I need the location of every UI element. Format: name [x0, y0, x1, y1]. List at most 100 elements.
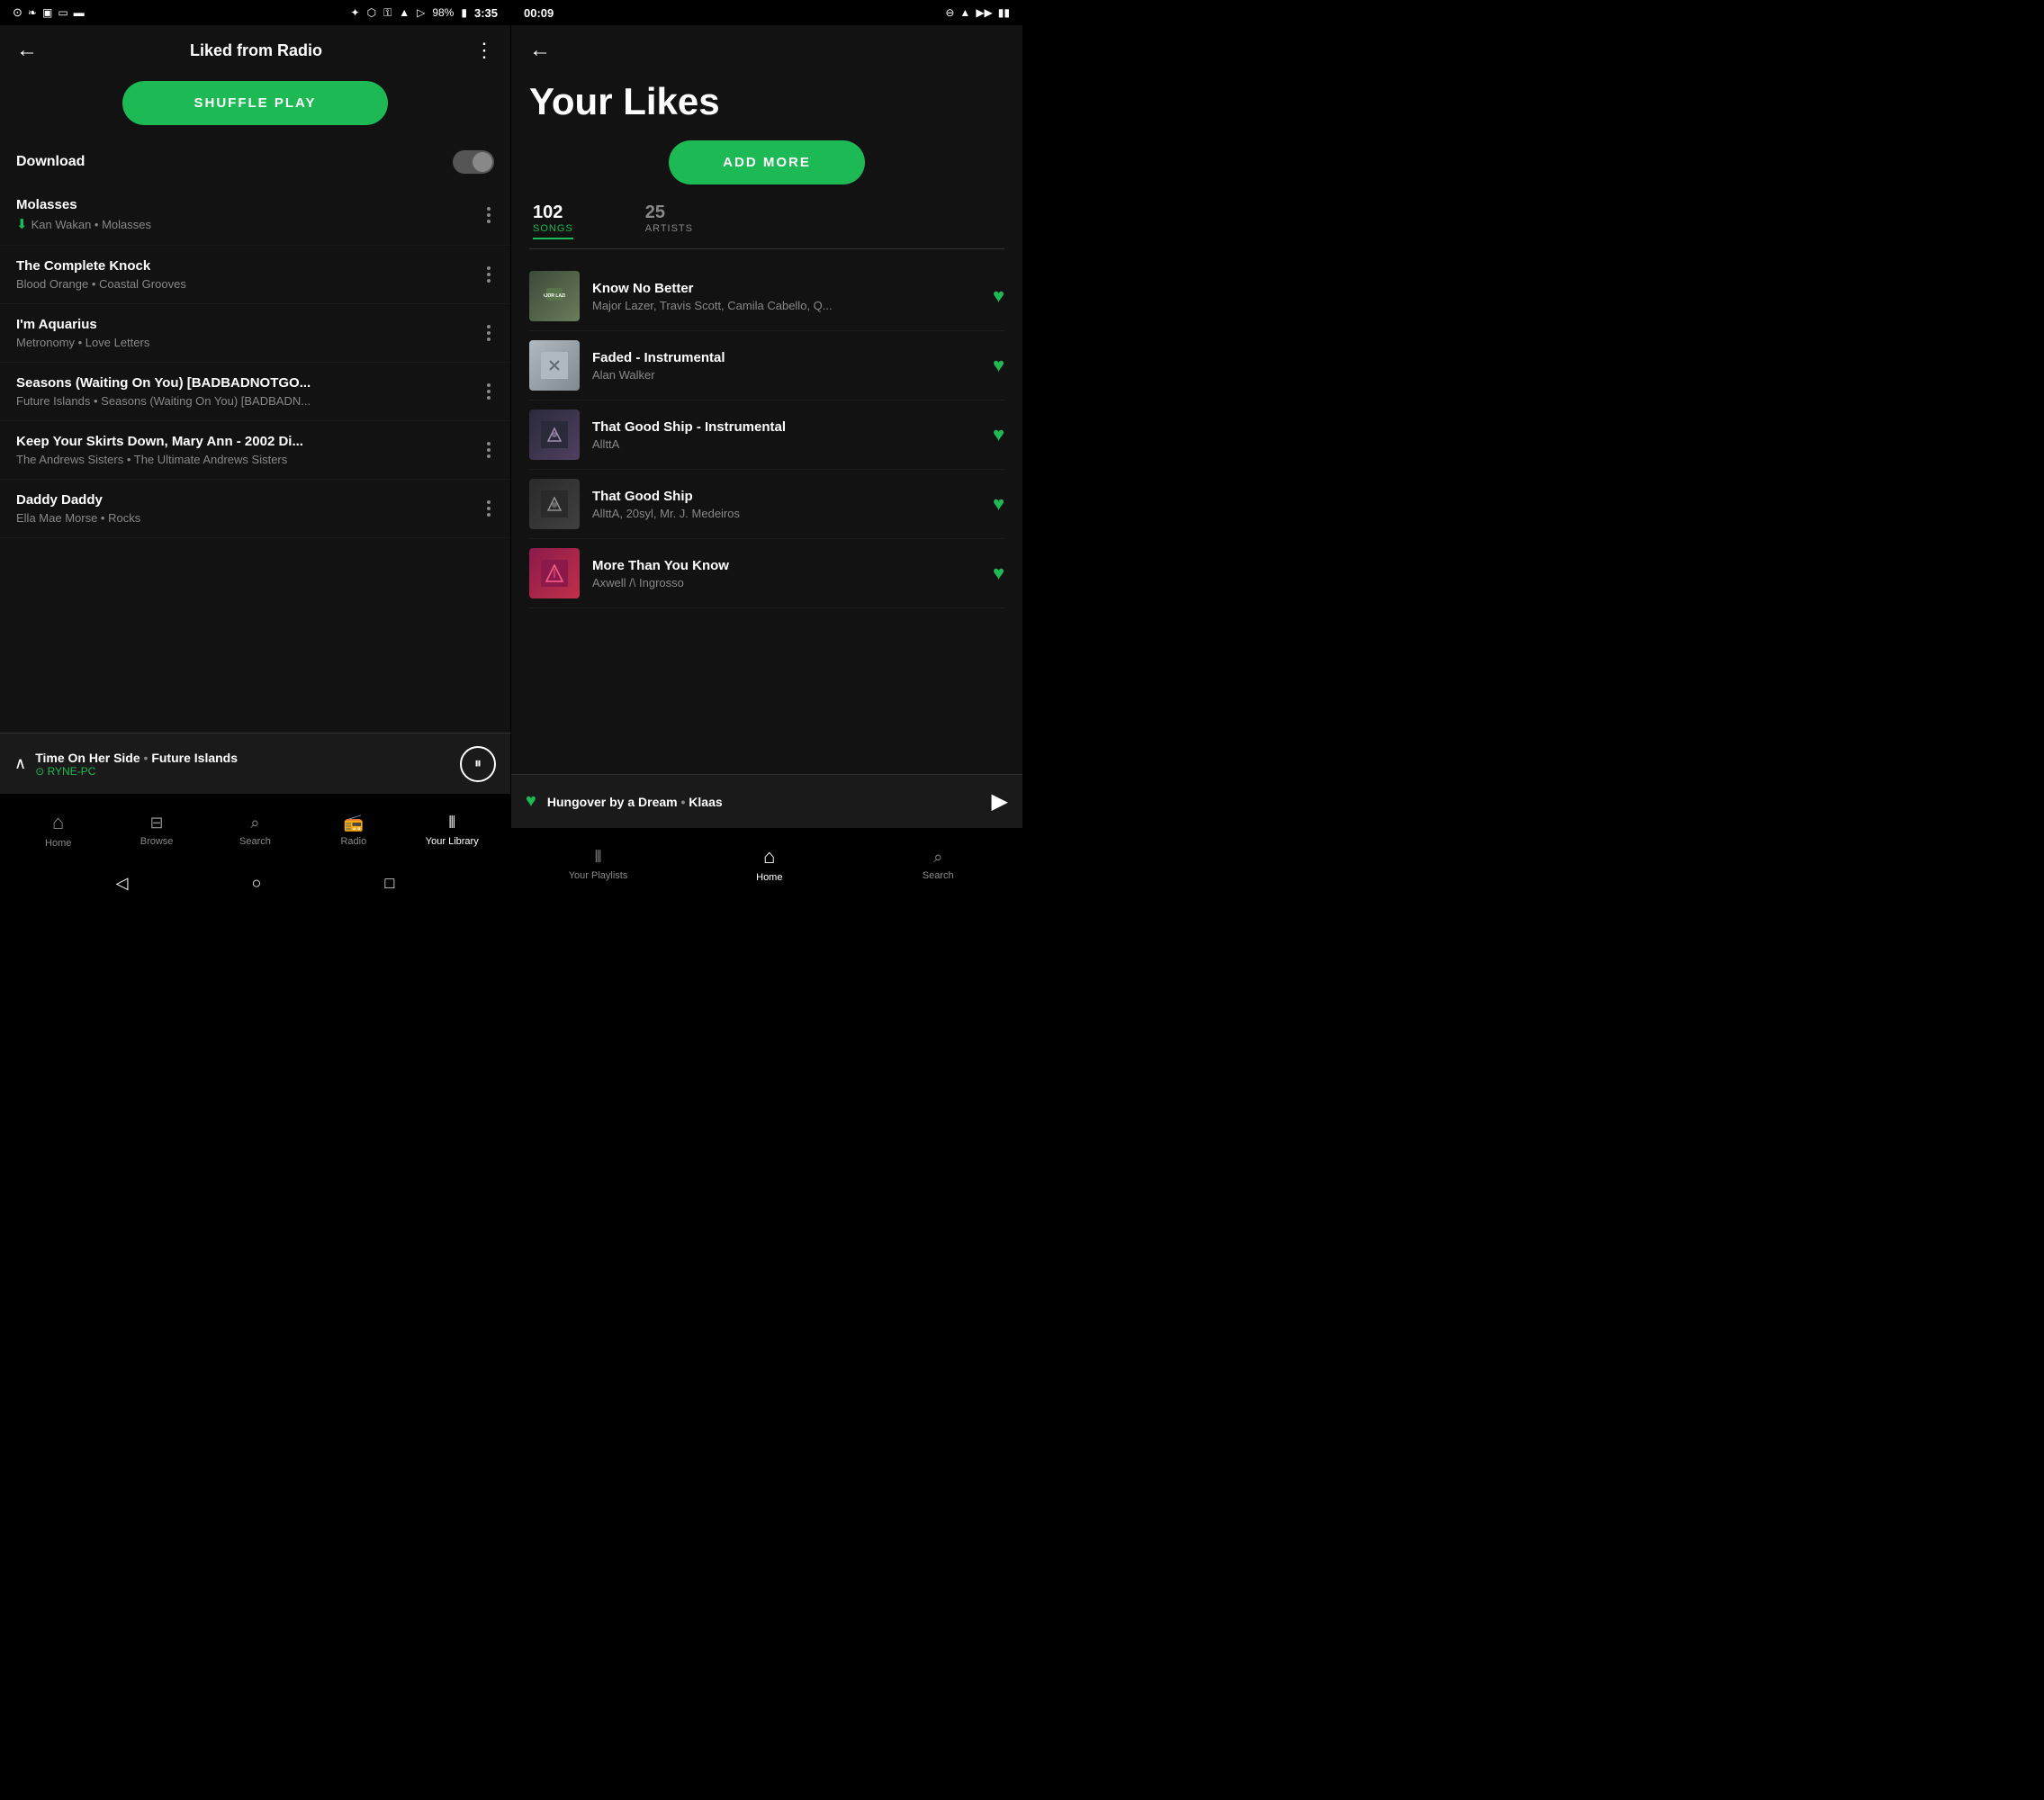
song-row-info-4: That Good Ship AllttA, 20syl, Mr. J. Med…	[592, 489, 980, 520]
liked-song-1[interactable]: MAJOR LAZER Know No Better Major Lazer, …	[529, 262, 1004, 331]
page-title-left: Liked from Radio	[38, 41, 474, 60]
nav-search-label-right: Search	[923, 870, 954, 881]
nav-your-playlists[interactable]: ⫴ Your Playlists	[569, 848, 628, 881]
nav-search-left[interactable]: ⌕ Search	[228, 814, 282, 847]
song-row-info-1: Know No Better Major Lazer, Travis Scott…	[592, 281, 980, 312]
song-item-4[interactable]: Seasons (Waiting On You) [BADBADNOTGO...…	[0, 363, 510, 421]
like-button-4[interactable]: ♥	[993, 492, 1004, 516]
nav-radio-label: Radio	[340, 836, 366, 847]
liked-song-5[interactable]: More Than You Know Axwell /\ Ingrosso ♥	[529, 539, 1004, 608]
key-icon: ⚿	[383, 6, 392, 20]
app-icon-3: ▣	[42, 6, 52, 19]
page-title-right: Your Likes	[529, 81, 1004, 122]
stat-artists-count: 25	[645, 202, 693, 223]
stat-artists: 25 ARTISTS	[645, 202, 693, 239]
browse-icon: ⊟	[150, 814, 164, 832]
nav-radio[interactable]: 📻 Radio	[327, 814, 381, 847]
song-more-6[interactable]	[483, 500, 494, 517]
library-icon: ⫴	[448, 814, 455, 832]
playlists-icon: ⫴	[595, 848, 602, 867]
song-title-5: Keep Your Skirts Down, Mary Ann - 2002 D…	[16, 434, 483, 449]
liked-song-3[interactable]: That Good Ship - Instrumental AllttA ♥	[529, 400, 1004, 470]
signal-icon: ⬡	[367, 6, 376, 19]
more-options-button-left[interactable]: ⋮	[474, 39, 494, 62]
nav-home-right[interactable]: ⌂ Home	[743, 845, 797, 883]
shuffle-play-button[interactable]: SHUFFLE PLAY	[122, 81, 389, 125]
stat-songs-count: 102	[533, 202, 573, 223]
right-content: Your Likes ADD MORE 102 SONGS 25 ARTISTS…	[511, 63, 1022, 774]
album-art-5	[529, 548, 580, 598]
pause-button[interactable]: ⏸	[460, 746, 496, 782]
status-time-left: 3:35	[474, 6, 498, 20]
song-row-artist-3: AllttA	[592, 437, 980, 451]
nav-library-label: Your Library	[426, 836, 479, 847]
np-device: ⊙ RYNE-PC	[35, 765, 238, 778]
like-button-1[interactable]: ♥	[993, 284, 1004, 308]
search-icon-left: ⌕	[250, 814, 259, 832]
song-info-3: I'm Aquarius Metronomy • Love Letters	[16, 317, 483, 349]
wifi-icon-right: ▲	[959, 6, 970, 19]
nav-home-label-right: Home	[756, 872, 782, 883]
song-row-info-5: More Than You Know Axwell /\ Ingrosso	[592, 558, 980, 590]
status-bar-left: ⊙ ❧ ▣ ▭ ▬ ✦ ⬡ ⚿ ▲ ▷ 98% ▮ 3:35	[0, 0, 510, 25]
android-recents[interactable]: □	[385, 874, 395, 893]
song-item-5[interactable]: Keep Your Skirts Down, Mary Ann - 2002 D…	[0, 421, 510, 480]
svg-text:MAJOR LAZER: MAJOR LAZER	[544, 293, 565, 299]
liked-song-2[interactable]: Faded - Instrumental Alan Walker ♥	[529, 331, 1004, 400]
np-expand-icon[interactable]: ∧	[14, 754, 26, 773]
song-more-3[interactable]	[483, 325, 494, 341]
song-row-artist-5: Axwell /\ Ingrosso	[592, 576, 980, 590]
song-item-3[interactable]: I'm Aquarius Metronomy • Love Letters	[0, 304, 510, 363]
mini-player-title: Hungover by a Dream • Klaas	[547, 795, 981, 809]
download-label: Download	[16, 154, 85, 170]
add-more-button[interactable]: ADD MORE	[669, 140, 865, 184]
nav-header-right: ←	[511, 25, 1022, 63]
song-row-artist-4: AllttA, 20syl, Mr. J. Medeiros	[592, 507, 980, 520]
android-nav-left: ◁ ○ □	[0, 866, 510, 900]
song-row-title-2: Faded - Instrumental	[592, 350, 980, 365]
mini-player-right[interactable]: ♥ Hungover by a Dream • Klaas ▶	[511, 774, 1022, 828]
song-row-title-5: More Than You Know	[592, 558, 980, 573]
download-toggle[interactable]	[453, 150, 494, 174]
song-item-1[interactable]: Molasses ⬇Kan Wakan • Molasses	[0, 184, 510, 246]
back-button-left[interactable]: ←	[16, 38, 38, 63]
song-meta-3: Metronomy • Love Letters	[16, 336, 483, 349]
now-playing-bar-left[interactable]: ∧ Time On Her Side • Future Islands ⊙ RY…	[0, 733, 510, 794]
song-more-5[interactable]	[483, 442, 494, 458]
bottom-nav-right: ⫴ Your Playlists ⌂ Home ⌕ Search	[511, 828, 1022, 900]
song-info-6: Daddy Daddy Ella Mae Morse • Rocks	[16, 492, 483, 525]
song-meta-2: Blood Orange • Coastal Grooves	[16, 277, 483, 291]
song-title-1: Molasses	[16, 197, 483, 212]
back-button-right[interactable]: ←	[529, 38, 551, 62]
song-item-2[interactable]: The Complete Knock Blood Orange • Coasta…	[0, 246, 510, 304]
nav-your-library[interactable]: ⫴ Your Library	[425, 814, 479, 847]
nav-browse[interactable]: ⊟ Browse	[130, 814, 184, 847]
song-more-1[interactable]	[483, 207, 494, 223]
android-home[interactable]: ○	[252, 874, 262, 893]
like-button-5[interactable]: ♥	[993, 562, 1004, 585]
song-more-4[interactable]	[483, 383, 494, 400]
song-meta-4: Future Islands • Seasons (Waiting On You…	[16, 394, 483, 408]
song-info-2: The Complete Knock Blood Orange • Coasta…	[16, 258, 483, 291]
liked-song-4[interactable]: That Good Ship AllttA, 20syl, Mr. J. Med…	[529, 470, 1004, 539]
mini-play-button[interactable]: ▶	[992, 788, 1008, 814]
mini-heart-icon[interactable]: ♥	[526, 791, 536, 812]
nav-browse-label: Browse	[140, 836, 174, 847]
song-row-artist-1: Major Lazer, Travis Scott, Camila Cabell…	[592, 299, 980, 312]
like-button-2[interactable]: ♥	[993, 354, 1004, 377]
song-row-title-4: That Good Ship	[592, 489, 980, 504]
android-back[interactable]: ◁	[116, 874, 129, 893]
nav-search-right[interactable]: ⌕ Search	[911, 848, 965, 881]
app-icon-4: ▭	[58, 6, 68, 19]
like-button-3[interactable]: ♥	[993, 423, 1004, 446]
song-list-left: Molasses ⬇Kan Wakan • Molasses The Compl…	[0, 184, 510, 733]
song-more-2[interactable]	[483, 266, 494, 283]
stat-artists-label: ARTISTS	[645, 223, 693, 234]
np-text: Time On Her Side • Future Islands ⊙ RYNE…	[35, 751, 238, 778]
song-item-6[interactable]: Daddy Daddy Ella Mae Morse • Rocks	[0, 480, 510, 538]
download-row: Download	[0, 141, 510, 184]
nav-home[interactable]: ⌂ Home	[32, 811, 86, 849]
song-info-4: Seasons (Waiting On You) [BADBADNOTGO...…	[16, 375, 483, 408]
status-bar-right: 00:09 ⊖ ▲ ▶▶ ▮▮	[511, 0, 1022, 25]
network-icon-right: ▶▶	[976, 6, 992, 19]
